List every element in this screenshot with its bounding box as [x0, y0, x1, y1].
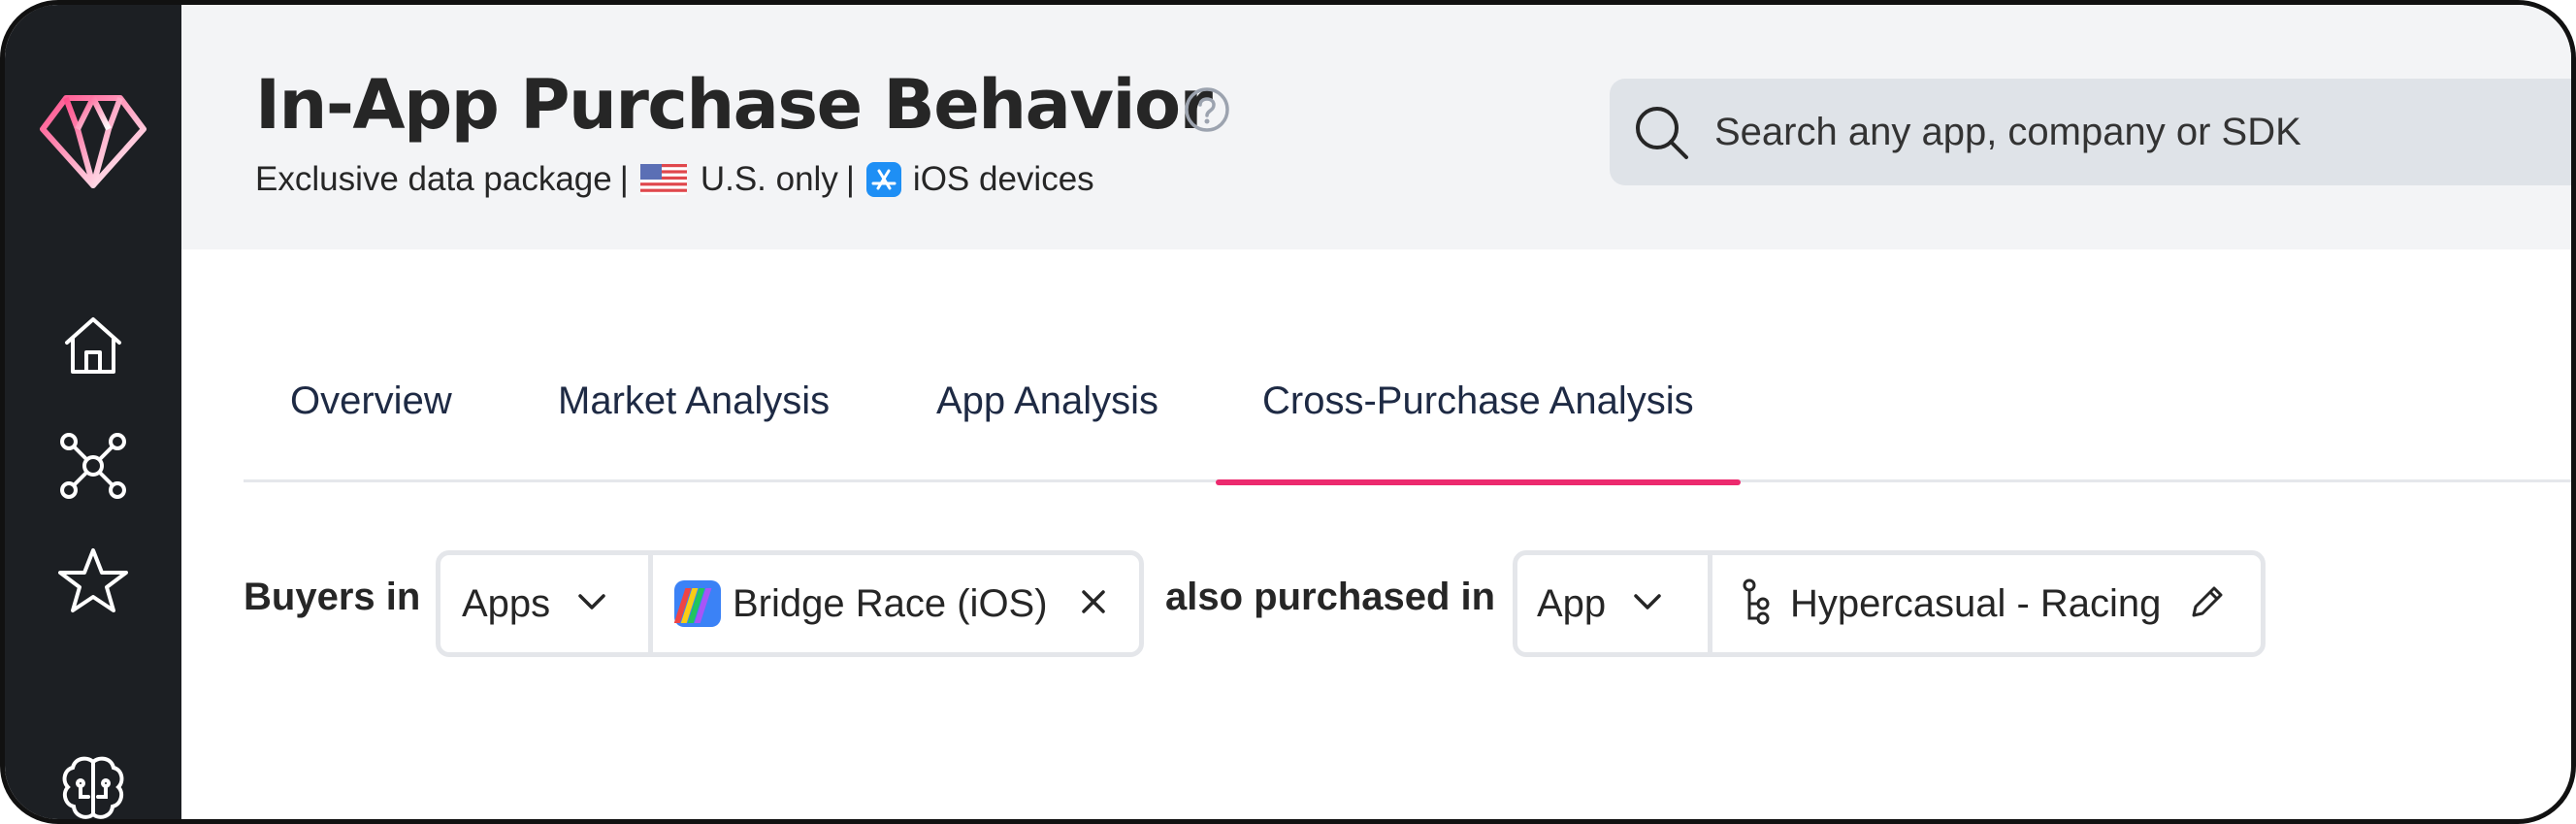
target-type-select[interactable]: App: [1517, 555, 1708, 652]
search-bar[interactable]: [1610, 79, 2571, 185]
target-category-name: Hypercasual - Racing: [1790, 581, 2162, 625]
star-icon[interactable]: [58, 546, 128, 614]
search-input[interactable]: [1714, 104, 2568, 160]
close-icon[interactable]: [1081, 589, 1106, 619]
page-header: In-App Purchase Behavior Exclusive data …: [181, 5, 2571, 249]
buyers-filter-group: Apps Bridge Race (iOS): [436, 550, 1144, 657]
page-subtitle: Exclusive data package | U.S. only | iOS…: [255, 160, 1094, 199]
chevron-down-icon: [1633, 593, 1662, 615]
separator: |: [845, 160, 855, 198]
target-filter-group: App Hypercasual - Racing: [1513, 550, 2266, 657]
tab-cross-purchase-analysis[interactable]: Cross-Purchase Analysis: [1216, 362, 1741, 485]
tab-market-analysis[interactable]: Market Analysis: [558, 362, 830, 482]
tab-overview[interactable]: Overview: [290, 362, 452, 482]
target-type-value: App: [1537, 581, 1607, 625]
pencil-icon[interactable]: [2188, 582, 2227, 626]
category-tree-icon: [1742, 578, 1771, 630]
search-icon: [1633, 104, 1691, 167]
us-flag-icon: [639, 164, 687, 195]
separator: |: [619, 160, 629, 198]
also-purchased-label: also purchased in: [1165, 576, 1496, 618]
devices-label: iOS devices: [912, 160, 1094, 198]
tab-bar: Overview Market Analysis App Analysis Cr…: [244, 362, 2571, 485]
help-icon[interactable]: [1183, 85, 1231, 139]
buyers-app-chip[interactable]: Bridge Race (iOS): [648, 555, 1139, 652]
app-window: In-App Purchase Behavior Exclusive data …: [0, 0, 2576, 824]
app-store-icon: [865, 162, 901, 197]
home-icon[interactable]: [61, 313, 125, 378]
tab-app-analysis[interactable]: App Analysis: [936, 362, 1158, 482]
bridge-race-app-icon: [673, 580, 721, 627]
target-category-chip[interactable]: Hypercasual - Racing: [1708, 555, 2261, 652]
brain-icon[interactable]: [59, 754, 127, 819]
buyers-app-name: Bridge Race (iOS): [733, 581, 1048, 625]
buyers-type-select[interactable]: Apps: [440, 555, 648, 652]
diamond-icon[interactable]: [39, 92, 147, 189]
network-icon[interactable]: [59, 432, 127, 500]
page-title: In-App Purchase Behavior: [255, 65, 1213, 145]
buyers-type-value: Apps: [462, 581, 551, 625]
sidebar: [5, 5, 181, 819]
chevron-down-icon: [577, 593, 606, 615]
buyers-in-label: Buyers in: [244, 576, 421, 618]
package-label: Exclusive data package: [255, 160, 612, 198]
region-label: U.S. only: [700, 160, 838, 198]
